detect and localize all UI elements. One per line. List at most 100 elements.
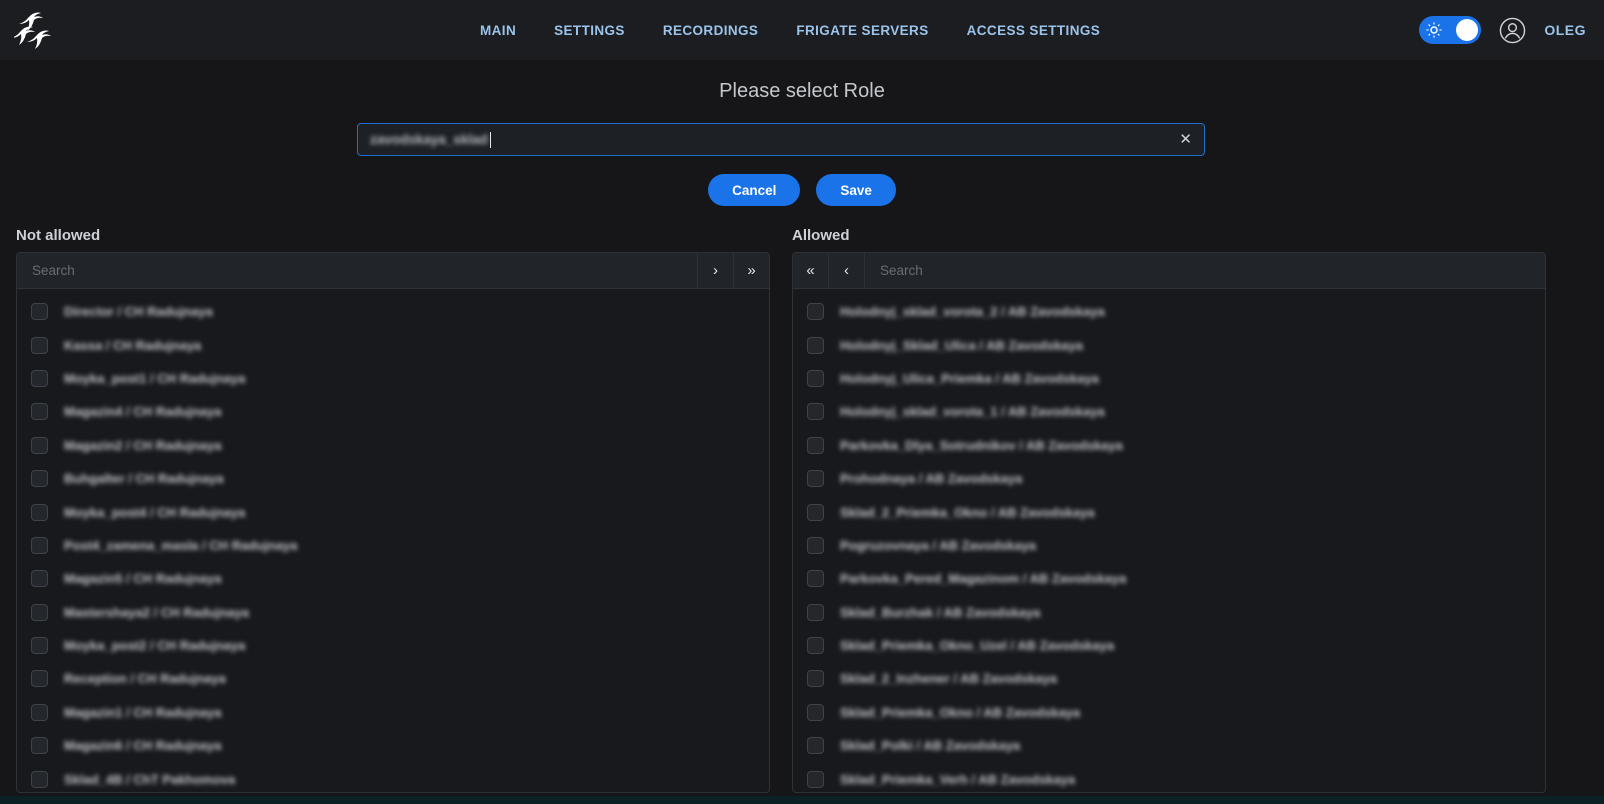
list-item[interactable]: Sklad_2_Inzhener / AB Zavodskaya [793, 662, 1545, 695]
checkbox[interactable] [31, 337, 48, 354]
move-all-right-button[interactable]: » [733, 253, 769, 288]
list-item[interactable]: Parkovka_Dlya_Sotrudnikov / AB Zavodskay… [793, 429, 1545, 462]
list-item[interactable]: Mastershaya2 / CH Radujnaya [17, 596, 769, 629]
checkbox[interactable] [31, 604, 48, 621]
list-item[interactable]: Holodnyj_Ulica_Priemka / AB Zavodskaya [793, 362, 1545, 395]
move-selected-left-button[interactable]: ‹ [829, 253, 865, 288]
list-item-label: Magazin1 / CH Radujnaya [64, 705, 221, 720]
not-allowed-toolbar: › » [17, 253, 769, 289]
list-item[interactable]: Magazin5 / CH Radujnaya [17, 562, 769, 595]
username-label[interactable]: OLEG [1544, 22, 1586, 38]
checkbox[interactable] [807, 704, 824, 721]
list-item[interactable]: Sklad_Polki / AB Zavodskaya [793, 729, 1545, 762]
list-item[interactable]: Sklad_Priemka_Okno / AB Zavodskaya [793, 696, 1545, 729]
list-item[interactable]: Buhgalter / CH Radujnaya [17, 462, 769, 495]
list-item-label: Magazin2 / CH Radujnaya [64, 438, 221, 453]
checkbox[interactable] [807, 504, 824, 521]
list-item[interactable]: Magazin4 / CH Radujnaya [17, 395, 769, 428]
checkbox[interactable] [807, 637, 824, 654]
checkbox[interactable] [31, 470, 48, 487]
list-item[interactable]: Moyka_post1 / CH Radujnaya [17, 362, 769, 395]
list-item-label: Sklad_Priemka_Okno_Uzel / AB Zavodskaya [840, 638, 1114, 653]
user-account-icon[interactable] [1499, 17, 1526, 44]
main-navigation: MAIN SETTINGS RECORDINGS FRIGATE SERVERS… [480, 0, 1100, 60]
list-item[interactable]: Pogruzovnaya / AB Zavodskaya [793, 529, 1545, 562]
toggle-knob [1456, 19, 1478, 41]
checkbox[interactable] [807, 437, 824, 454]
checkbox[interactable] [807, 470, 824, 487]
list-item[interactable]: Magazin6 / CH Radujnaya [17, 729, 769, 762]
list-item[interactable]: Sklad_4B / ChT Pakhomova [17, 762, 769, 793]
checkbox[interactable] [807, 537, 824, 554]
list-item[interactable]: Prohodnaya / AB Zavodskaya [793, 462, 1545, 495]
list-item-label: Buhgalter / CH Radujnaya [64, 471, 224, 486]
role-input[interactable]: zavodskaya_sklad ✕ [357, 123, 1205, 156]
list-item-label: Moyka_post1 / CH Radujnaya [64, 371, 245, 386]
list-item[interactable]: Holodnyj_sklad_vorota_1 / AB Zavodskaya [793, 395, 1545, 428]
list-item-label: Magazin6 / CH Radujnaya [64, 738, 221, 753]
list-item[interactable]: Parkovka_Pered_Magazinom / AB Zavodskaya [793, 562, 1545, 595]
list-item-label: Post4_zamena_masla / CH Radujnaya [64, 538, 297, 553]
nav-settings[interactable]: SETTINGS [554, 23, 625, 38]
checkbox[interactable] [31, 670, 48, 687]
list-item[interactable]: Magazin1 / CH Radujnaya [17, 696, 769, 729]
checkbox[interactable] [31, 303, 48, 320]
list-item-label: Magazin5 / CH Radujnaya [64, 571, 221, 586]
list-item-label: Sklad_2_Priemka_Okno / AB Zavodskaya [840, 505, 1095, 520]
nav-main[interactable]: MAIN [480, 23, 516, 38]
checkbox[interactable] [31, 403, 48, 420]
form-actions: Cancel Save [0, 174, 1604, 206]
bottom-strip [0, 796, 1604, 804]
checkbox[interactable] [807, 403, 824, 420]
checkbox[interactable] [31, 370, 48, 387]
list-item[interactable]: Sklad_Priemka_Okno_Uzel / AB Zavodskaya [793, 629, 1545, 662]
list-item[interactable]: Post4_zamena_masla / CH Radujnaya [17, 529, 769, 562]
allowed-search-input[interactable] [865, 253, 1545, 288]
checkbox[interactable] [807, 303, 824, 320]
checkbox[interactable] [31, 637, 48, 654]
not-allowed-search-input[interactable] [17, 253, 697, 288]
save-button[interactable]: Save [816, 174, 896, 206]
cancel-button[interactable]: Cancel [708, 174, 800, 206]
allowed-list: Holodnyj_sklad_vorota_2 / AB Zavodskaya H… [793, 289, 1545, 793]
list-item[interactable]: Sklad_2_Priemka_Okno / AB Zavodskaya [793, 495, 1545, 528]
list-item[interactable]: Sklad_Priemka_Verh / AB Zavodskaya [793, 762, 1545, 793]
list-item[interactable]: Moyka_post4 / CH Radujnaya [17, 495, 769, 528]
checkbox[interactable] [807, 737, 824, 754]
checkbox[interactable] [31, 537, 48, 554]
list-item[interactable]: Holodnyj_sklad_vorota_2 / AB Zavodskaya [793, 295, 1545, 328]
list-item[interactable]: Magazin2 / CH Radujnaya [17, 429, 769, 462]
clear-icon[interactable]: ✕ [1179, 132, 1192, 147]
checkbox[interactable] [807, 337, 824, 354]
list-item-label: Holodnyj_sklad_vorota_1 / AB Zavodskaya [840, 404, 1105, 419]
checkbox[interactable] [31, 704, 48, 721]
checkbox[interactable] [807, 670, 824, 687]
list-item-label: Holodnyj_Sklad_Ulica / AB Zavodskaya [840, 338, 1083, 353]
list-item[interactable]: Reception / CH Radujnaya [17, 662, 769, 695]
checkbox[interactable] [31, 437, 48, 454]
list-item[interactable]: Moyka_post2 / CH Radujnaya [17, 629, 769, 662]
list-item[interactable]: Holodnyj_Sklad_Ulica / AB Zavodskaya [793, 328, 1545, 361]
checkbox[interactable] [31, 771, 48, 788]
nav-frigate-servers[interactable]: FRIGATE SERVERS [796, 23, 928, 38]
checkbox[interactable] [31, 504, 48, 521]
move-selected-right-button[interactable]: › [697, 253, 733, 288]
checkbox[interactable] [807, 604, 824, 621]
list-item-label: Moyka_post4 / CH Radujnaya [64, 505, 245, 520]
list-item[interactable]: Director / CH Radujnaya [17, 295, 769, 328]
list-item[interactable]: Kassa / CH Radujnaya [17, 328, 769, 361]
checkbox[interactable] [807, 771, 824, 788]
checkbox[interactable] [31, 570, 48, 587]
move-all-left-button[interactable]: « [793, 253, 829, 288]
list-item-label: Sklad_Priemka_Verh / AB Zavodskaya [840, 772, 1075, 787]
list-item[interactable]: Sklad_Burzhak / AB Zavodskaya [793, 596, 1545, 629]
checkbox[interactable] [807, 370, 824, 387]
role-input-value: zavodskaya_sklad [370, 132, 488, 147]
list-item-label: Sklad_4B / ChT Pakhomova [64, 772, 235, 787]
checkbox[interactable] [31, 737, 48, 754]
checkbox[interactable] [807, 570, 824, 587]
nav-access-settings[interactable]: ACCESS SETTINGS [967, 23, 1101, 38]
nav-recordings[interactable]: RECORDINGS [663, 23, 759, 38]
allowed-toolbar: « ‹ [793, 253, 1545, 289]
theme-toggle[interactable] [1419, 16, 1481, 44]
